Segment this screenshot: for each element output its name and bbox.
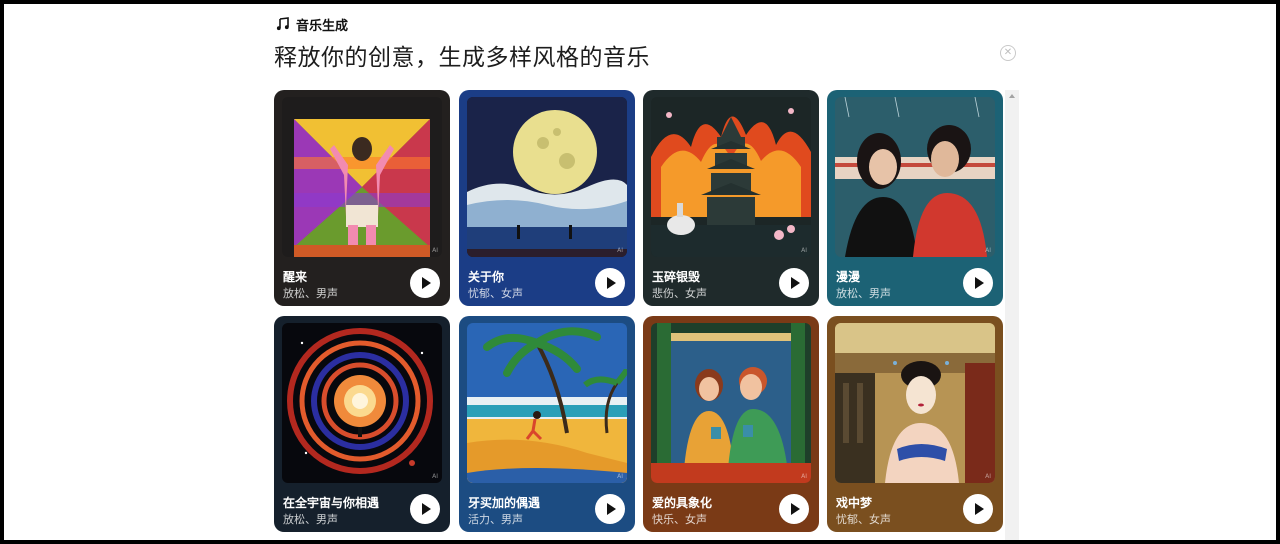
card-tags: 忧郁、女声: [836, 513, 891, 526]
music-card[interactable]: AI 在全宇宙与你相遇 放松、男声: [274, 316, 450, 532]
play-icon[interactable]: [422, 503, 431, 515]
play-button[interactable]: [779, 494, 809, 524]
section-label: 音乐生成: [296, 18, 349, 34]
cover-art: AI: [467, 323, 627, 483]
card-tags: 放松、男声: [283, 287, 338, 300]
play-icon[interactable]: [607, 503, 616, 515]
card-title: 在全宇宙与你相遇: [283, 496, 380, 510]
app-frame: 音乐生成 释放你的创意，生成多样风格的音乐 ✕ AI 醒来 放松、男声 AI 关…: [4, 4, 1276, 540]
music-card[interactable]: AI 牙买加的偶遇 活力、男声: [459, 316, 635, 532]
page-title: 释放你的创意，生成多样风格的音乐: [274, 45, 650, 71]
card-tags: 忧郁、女声: [468, 287, 523, 300]
close-button[interactable]: ✕: [1000, 45, 1016, 61]
play-button[interactable]: [410, 494, 440, 524]
cover-art: AI: [282, 97, 442, 257]
music-card[interactable]: AI 关于你 忧郁、女声: [459, 90, 635, 306]
card-title: 漫漫: [836, 270, 861, 284]
play-button[interactable]: [963, 268, 993, 298]
play-icon[interactable]: [975, 277, 984, 289]
music-card-grid: AI 醒来 放松、男声 AI 关于你 忧郁、女声 AI 玉碎银毁 悲伤、女声 A…: [274, 90, 1020, 540]
card-title: 爱的具象化: [652, 496, 713, 510]
play-button[interactable]: [963, 494, 993, 524]
cover-art: AI: [835, 97, 995, 257]
play-button[interactable]: [779, 268, 809, 298]
play-icon[interactable]: [607, 277, 616, 289]
cover-art: AI: [835, 323, 995, 483]
card-title: 戏中梦: [836, 496, 873, 510]
card-title: 醒来: [283, 270, 308, 284]
play-icon[interactable]: [422, 277, 431, 289]
play-button[interactable]: [595, 494, 625, 524]
play-icon[interactable]: [975, 503, 984, 515]
card-tags: 放松、男声: [283, 513, 338, 526]
cover-art: AI: [651, 97, 811, 257]
card-title: 玉碎银毁: [652, 270, 701, 284]
cover-art: AI: [282, 323, 442, 483]
scroll-up-arrow-icon[interactable]: [1009, 94, 1015, 98]
close-icon[interactable]: ✕: [1004, 47, 1012, 58]
card-title: 牙买加的偶遇: [468, 496, 541, 510]
cover-art: AI: [467, 97, 627, 257]
music-note-icon: [276, 17, 289, 31]
music-card[interactable]: AI 戏中梦 忧郁、女声: [827, 316, 1003, 532]
music-card[interactable]: AI 玉碎银毁 悲伤、女声: [643, 90, 819, 306]
card-tags: 放松、男声: [836, 287, 891, 300]
play-icon[interactable]: [791, 503, 800, 515]
music-card[interactable]: AI 漫漫 放松、男声: [827, 90, 1003, 306]
card-tags: 活力、男声: [468, 513, 523, 526]
play-button[interactable]: [595, 268, 625, 298]
card-tags: 快乐、女声: [652, 513, 707, 526]
music-card[interactable]: AI 爱的具象化 快乐、女声: [643, 316, 819, 532]
play-icon[interactable]: [791, 277, 800, 289]
music-card[interactable]: AI 醒来 放松、男声: [274, 90, 450, 306]
cover-art: AI: [651, 323, 811, 483]
play-button[interactable]: [410, 268, 440, 298]
scrollbar[interactable]: [1005, 90, 1019, 540]
section-header: 音乐生成: [276, 14, 348, 34]
card-title: 关于你: [468, 270, 505, 284]
card-tags: 悲伤、女声: [652, 287, 707, 300]
